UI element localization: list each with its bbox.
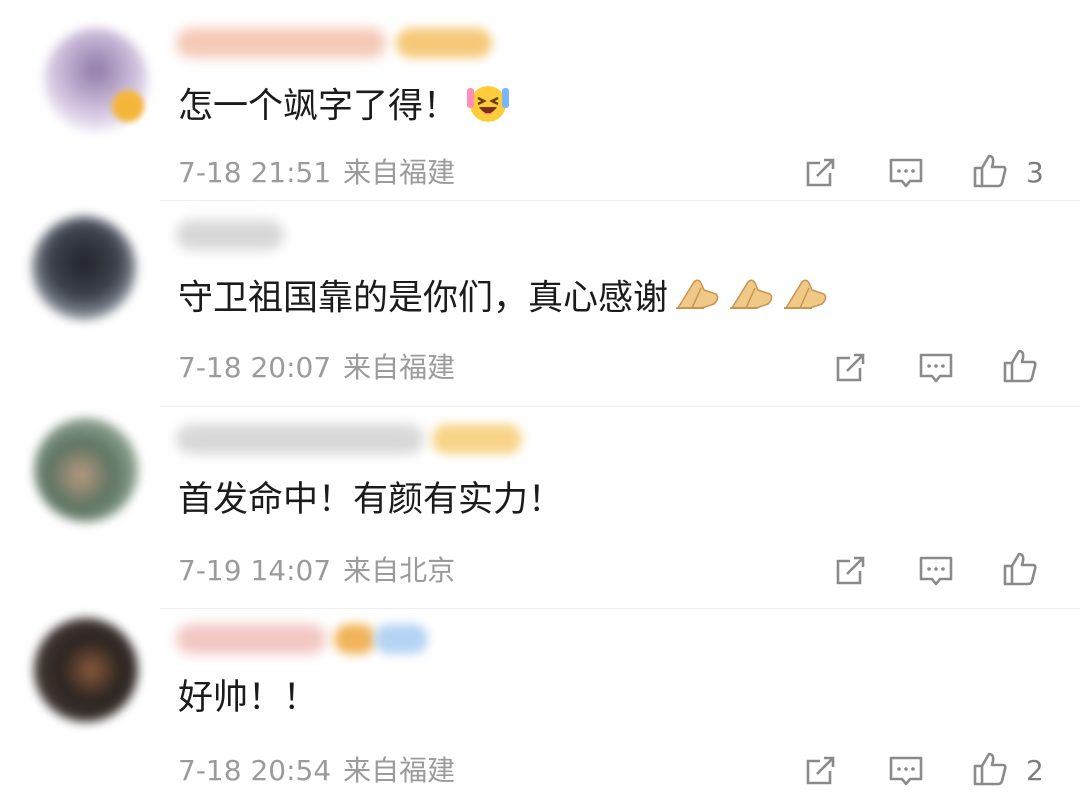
avatar[interactable]: [34, 618, 138, 722]
verified-badge: [112, 90, 144, 122]
comment-time: 7-19 14:07: [178, 554, 332, 587]
pray-hands-emoji: [728, 274, 776, 325]
username[interactable]: [176, 220, 284, 250]
share-icon[interactable]: [830, 348, 870, 388]
comment-text: 首发命中！有颜有实力！: [178, 478, 563, 522]
comment-text-content: 怎一个飒字了得！: [178, 86, 459, 127]
share-icon[interactable]: [800, 751, 840, 791]
thumbs-up-icon[interactable]: [1000, 549, 1040, 589]
like-count: 2: [1026, 754, 1044, 787]
comment-time: 7-18 21:51: [178, 156, 332, 189]
divider: [160, 608, 1080, 609]
comment-meta: 7-19 14:07 来自北京: [178, 554, 455, 588]
comment-meta: 7-18 20:07 来自福建: [178, 351, 455, 385]
comment-icon[interactable]: [886, 751, 926, 791]
comment-text-content: 好帅！！: [178, 678, 319, 718]
comment-text-content: 首发命中！有颜有实力！: [178, 480, 564, 520]
thumbs-up-icon[interactable]: [970, 749, 1010, 789]
comment-time: 7-18 20:07: [178, 351, 332, 384]
comment-meta: 7-18 20:54 来自福建: [178, 754, 455, 788]
laughing-face-emoji: [464, 80, 512, 135]
comment-icon[interactable]: [916, 551, 956, 591]
like-count: 3: [1026, 156, 1044, 189]
pray-hands-emoji: [782, 274, 830, 325]
comment-location: 来自福建: [343, 156, 456, 189]
comment-text-content: 守卫祖国靠的是你们，真心感谢: [178, 278, 669, 319]
comment-location: 来自北京: [343, 554, 456, 587]
comment-meta: 7-18 21:51 来自福建: [178, 156, 455, 190]
username[interactable]: [176, 624, 326, 654]
user-badge: [334, 624, 376, 654]
username[interactable]: [176, 28, 386, 58]
comment-time: 7-18 20:54: [178, 754, 332, 787]
divider: [160, 200, 1080, 201]
thumbs-up-icon[interactable]: [970, 151, 1010, 191]
avatar[interactable]: [34, 418, 138, 522]
user-badge: [374, 624, 428, 654]
comment-text: 怎一个飒字了得！: [178, 80, 512, 135]
comment-text: 好帅！！: [178, 676, 318, 720]
share-icon[interactable]: [830, 551, 870, 591]
comment-location: 来自福建: [343, 351, 456, 384]
comment-location: 来自福建: [343, 754, 456, 787]
thumbs-up-icon[interactable]: [1000, 346, 1040, 386]
pray-hands-emoji: [674, 274, 722, 325]
user-badge: [432, 424, 522, 454]
user-badge: [396, 28, 492, 58]
comment-icon[interactable]: [916, 348, 956, 388]
avatar[interactable]: [32, 216, 136, 320]
share-icon[interactable]: [800, 153, 840, 193]
divider: [160, 406, 1080, 407]
username[interactable]: [176, 424, 424, 454]
comment-text: 守卫祖国靠的是你们，真心感谢: [178, 274, 830, 325]
comment-icon[interactable]: [886, 153, 926, 193]
